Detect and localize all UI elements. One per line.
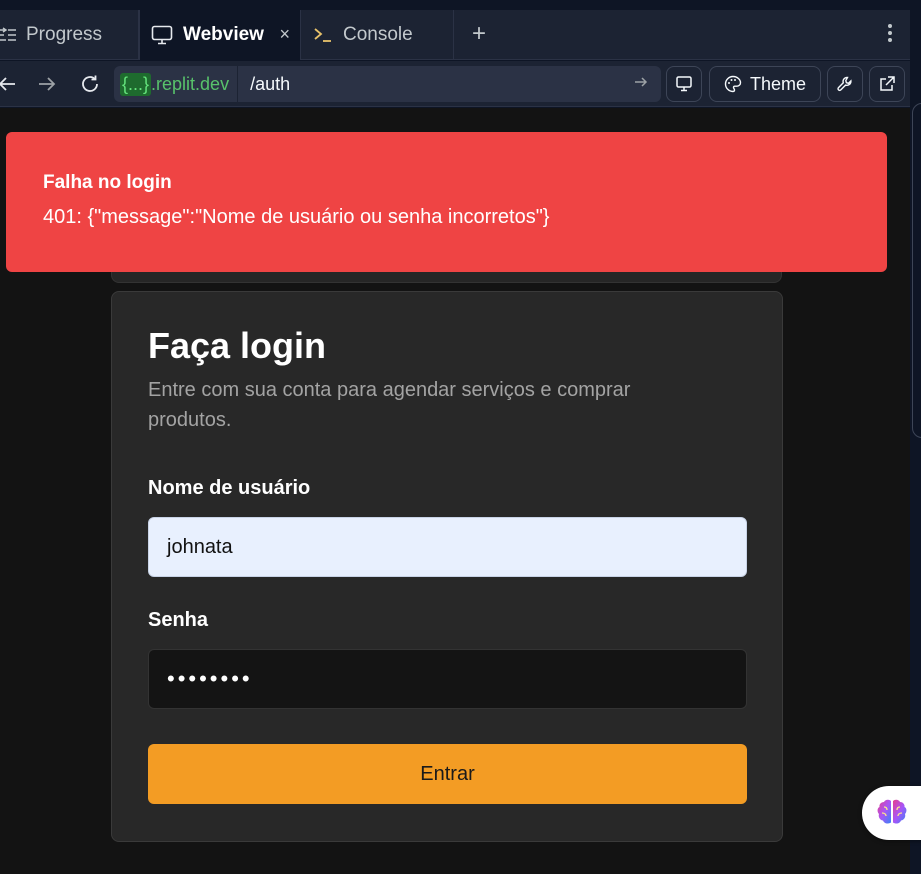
url-host-suffix: .replit.dev: [151, 73, 230, 94]
brain-icon: [877, 799, 907, 824]
go-arrow-icon[interactable]: [633, 74, 649, 95]
device-preview-button[interactable]: [666, 66, 702, 102]
more-options-icon[interactable]: [884, 23, 896, 43]
tab-bar: Progress Webview × Console +: [0, 10, 910, 60]
password-label: Senha: [148, 609, 209, 631]
tab-console[interactable]: Console: [301, 10, 454, 60]
side-panel-frame: [912, 103, 921, 438]
assistant-button[interactable]: [862, 786, 921, 840]
url-path-input[interactable]: /auth: [250, 74, 633, 95]
reload-button[interactable]: [75, 69, 105, 99]
theme-button-label: Theme: [749, 73, 807, 94]
arrow-right-icon: [39, 77, 56, 91]
progress-icon: [0, 27, 16, 43]
url-host: {...} .replit.dev: [114, 66, 239, 102]
tab-console-label: Console: [343, 24, 413, 45]
screen: Progress Webview × Console + {...} .repl…: [0, 0, 921, 874]
monitor-icon: [151, 25, 173, 45]
terminal-icon: [313, 26, 333, 44]
toast-title: Falha no login: [43, 172, 172, 193]
arrow-left-icon: [0, 77, 15, 91]
url-bar[interactable]: {...} .replit.dev /auth: [114, 66, 661, 102]
login-description: Entre com sua conta para agendar serviço…: [148, 379, 631, 431]
password-input[interactable]: ••••••••: [148, 649, 747, 709]
toast-description: 401: {"message":"Nome de usuário ou senh…: [43, 206, 550, 228]
external-link-icon: [880, 76, 895, 91]
error-toast: Falha no login 401: {"message":"Nome de …: [6, 132, 887, 272]
close-icon[interactable]: ×: [279, 24, 290, 45]
back-button[interactable]: [0, 69, 22, 99]
login-title: Faça login: [148, 325, 327, 366]
reload-icon: [82, 75, 98, 92]
tab-webview-label: Webview: [183, 24, 264, 45]
side-panel-edge: [910, 103, 921, 874]
devtools-button[interactable]: [827, 66, 863, 102]
browser-toolbar: {...} .replit.dev /auth Theme: [0, 61, 910, 107]
username-label: Nome de usuário: [148, 477, 311, 499]
wrench-icon: [837, 76, 852, 92]
tab-progress-label: Progress: [26, 24, 103, 45]
username-input[interactable]: johnata: [148, 517, 747, 577]
login-submit-button[interactable]: Entrar: [148, 744, 747, 804]
theme-button[interactable]: Theme: [709, 66, 821, 102]
webview-viewport: Faça login Entre com sua conta para agen…: [0, 108, 910, 874]
add-tab-button[interactable]: +: [466, 20, 492, 47]
open-new-tab-button[interactable]: [869, 66, 905, 102]
url-host-braces: {...}: [120, 72, 152, 96]
palette-icon: [724, 75, 742, 93]
tab-progress[interactable]: Progress: [0, 10, 139, 60]
tab-webview[interactable]: Webview ×: [139, 10, 301, 60]
login-card: Faça login Entre com sua conta para agen…: [111, 291, 783, 842]
monitor-icon: [676, 76, 692, 92]
forward-button[interactable]: [32, 69, 62, 99]
